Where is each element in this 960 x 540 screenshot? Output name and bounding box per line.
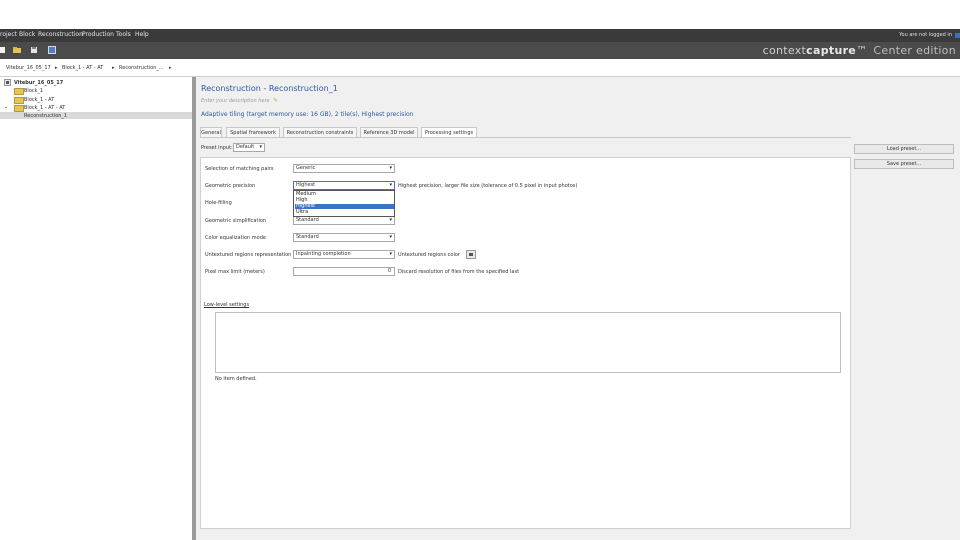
color-equalization-label: Color equalization mode bbox=[205, 235, 266, 241]
breadcrumb: Vitebur_16_05_17 ▸ Block_1 - AT - AT ▸ R… bbox=[0, 59, 960, 77]
image-viewer-icon[interactable] bbox=[48, 46, 56, 54]
new-file-icon[interactable] bbox=[0, 46, 6, 54]
color-swatch-icon bbox=[469, 253, 473, 256]
toolbar: contextcapture™ Center edition bbox=[0, 42, 960, 59]
chevron-down-icon: ▾ bbox=[389, 165, 392, 171]
brand-logo: contextcapture™ Center edition bbox=[762, 44, 956, 57]
breadcrumb-arrow-icon: ▸ bbox=[169, 65, 172, 71]
low-level-settings-list[interactable] bbox=[215, 312, 841, 373]
menu-help[interactable]: Help bbox=[135, 31, 149, 38]
matching-pairs-select[interactable]: Generic ▾ bbox=[293, 164, 395, 173]
pixel-limit-label: Pixel max limit (meters) bbox=[205, 269, 265, 275]
breadcrumb-arrow-icon: ▸ bbox=[112, 65, 115, 71]
geometric-precision-dropdown: Medium High Highest Ultra bbox=[293, 190, 395, 217]
breadcrumb-project[interactable]: Vitebur_16_05_17 bbox=[6, 65, 51, 71]
chevron-down-icon[interactable]: ⌄ bbox=[4, 104, 8, 110]
open-folder-icon[interactable] bbox=[13, 46, 21, 54]
save-icon[interactable] bbox=[30, 46, 38, 54]
breadcrumb-block[interactable]: Block_1 - AT - AT bbox=[62, 65, 103, 71]
option-ultra[interactable]: Ultra bbox=[295, 210, 394, 215]
tab-general[interactable]: General bbox=[200, 127, 222, 137]
tab-divider bbox=[200, 137, 851, 138]
preset-select[interactable]: Default ▾ bbox=[233, 143, 265, 152]
chevron-down-icon: ▾ bbox=[389, 234, 392, 240]
color-equalization-select[interactable]: Standard ▾ bbox=[293, 233, 395, 242]
menu-block[interactable]: Block bbox=[19, 31, 35, 38]
menu-production[interactable]: Production bbox=[82, 31, 114, 38]
chevron-down-icon: ▾ bbox=[389, 182, 392, 188]
untextured-regions-label: Untextured regions representation bbox=[205, 252, 292, 258]
geometric-precision-hint: Highest precision, larger file size (tol… bbox=[398, 183, 578, 189]
option-medium[interactable]: Medium bbox=[295, 192, 394, 197]
tree-item-block[interactable]: Block_1 bbox=[24, 88, 43, 94]
option-highest[interactable]: Highest bbox=[295, 204, 394, 209]
untextured-regions-select[interactable]: Inpainting completion ▾ bbox=[293, 250, 395, 259]
project-icon bbox=[4, 79, 11, 86]
low-level-settings-link[interactable]: Low-level settings bbox=[204, 302, 249, 308]
tab-reference-3d-model[interactable]: Reference 3D model bbox=[360, 127, 418, 137]
hole-filling-label: Hole-filling bbox=[205, 200, 232, 206]
untextured-color-button[interactable] bbox=[466, 250, 476, 259]
breadcrumb-reconstruction[interactable]: Reconstruction_... bbox=[119, 65, 164, 71]
load-preset-button[interactable]: Load preset... bbox=[854, 144, 954, 154]
description-field[interactable]: Enter your description here bbox=[201, 98, 270, 104]
tab-processing-settings[interactable]: Processing settings bbox=[421, 127, 477, 137]
tree-item-block-at-at[interactable]: Block_1 - AT - AT bbox=[24, 105, 65, 111]
untextured-color-label: Untextured regions color bbox=[398, 252, 460, 258]
page-title: Reconstruction - Reconstruction_1 bbox=[201, 84, 338, 93]
breadcrumb-arrow-icon: ▸ bbox=[55, 65, 58, 71]
folder-icon bbox=[14, 105, 24, 112]
save-preset-button[interactable]: Save preset... bbox=[854, 159, 954, 169]
tree-project-root[interactable]: Vitebur_16_05_17 bbox=[14, 80, 63, 86]
empty-list-message: No item defined. bbox=[215, 376, 257, 382]
folder-icon bbox=[14, 88, 24, 95]
menu-reconstruction[interactable]: Reconstruction bbox=[38, 31, 83, 38]
tab-reconstruction-constraints[interactable]: Reconstruction constraints bbox=[283, 127, 357, 137]
matching-pairs-label: Selection of matching pairs bbox=[205, 166, 274, 172]
menu-bar: roject Block Reconstruction Production T… bbox=[0, 29, 960, 42]
menu-project[interactable]: roject bbox=[0, 31, 17, 38]
user-icon[interactable] bbox=[955, 33, 960, 38]
preset-label: Preset input: bbox=[201, 145, 233, 151]
pixel-limit-input[interactable]: 0 bbox=[293, 267, 395, 276]
project-tree bbox=[0, 77, 195, 540]
geometric-precision-label: Geometric precision bbox=[205, 183, 256, 189]
chevron-down-icon: ▾ bbox=[389, 217, 392, 223]
geometric-simplification-label: Geometric simplification bbox=[205, 218, 267, 224]
chevron-down-icon: ▾ bbox=[389, 251, 392, 257]
tree-item-block-at[interactable]: Block_1 - AT bbox=[24, 97, 54, 103]
tree-item-reconstruction[interactable]: Reconstruction_1 bbox=[24, 113, 67, 119]
pixel-limit-hint: Discard resolution of files from the spe… bbox=[398, 269, 520, 275]
chevron-down-icon: ▾ bbox=[259, 144, 262, 150]
edit-pencil-icon[interactable]: ✎ bbox=[273, 97, 278, 104]
login-status[interactable]: You are not logged in bbox=[899, 32, 952, 38]
folder-icon bbox=[14, 97, 24, 104]
reconstruction-summary: Adaptive tiling (target memory use: 16 G… bbox=[201, 111, 414, 118]
geometric-simplification-select[interactable]: Standard ▾ bbox=[293, 216, 395, 225]
geometric-precision-select[interactable]: Highest ▾ bbox=[293, 181, 395, 190]
menu-tools[interactable]: Tools bbox=[116, 31, 131, 38]
tab-spatial-framework[interactable]: Spatial framework bbox=[226, 127, 280, 137]
